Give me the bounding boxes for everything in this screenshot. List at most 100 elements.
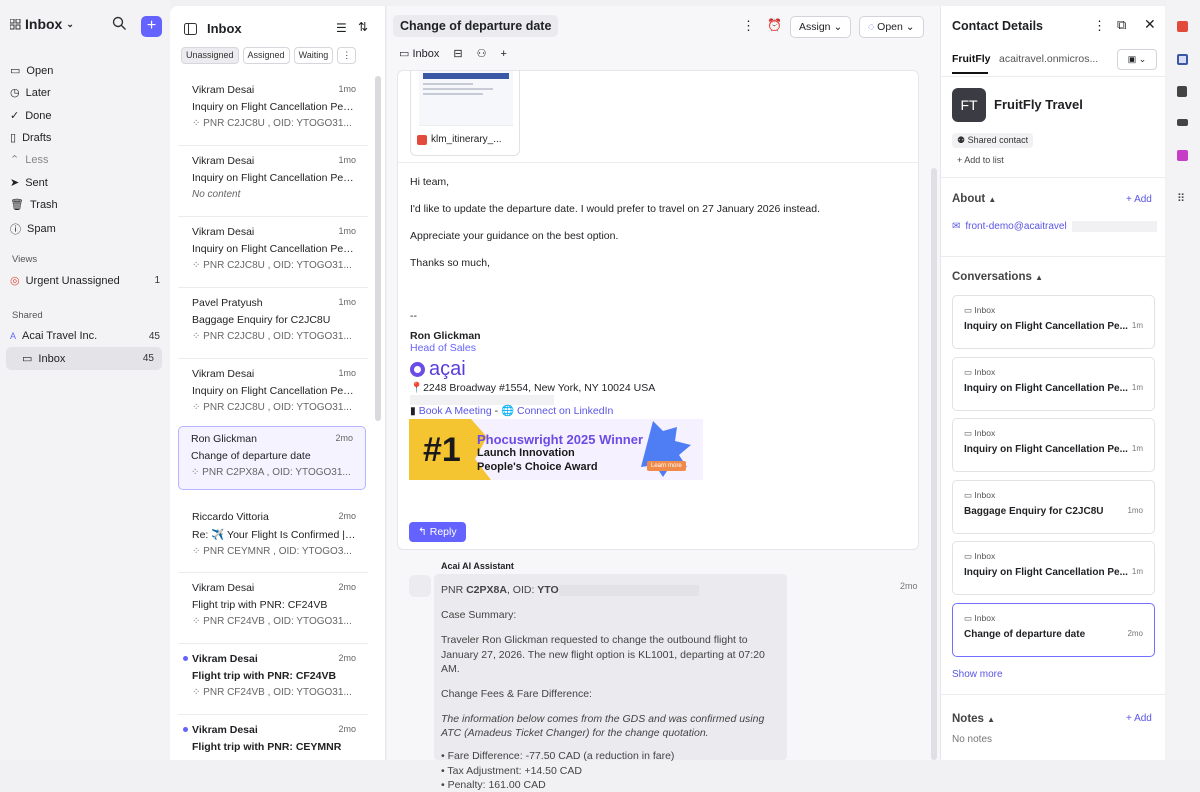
- book-icon[interactable]: [1177, 86, 1187, 97]
- about-heading[interactable]: About ▲: [952, 193, 996, 205]
- card-icon[interactable]: [1177, 119, 1188, 126]
- nav-open[interactable]: ▭ Open: [10, 64, 160, 78]
- more-options-icon[interactable]: ⋮: [742, 18, 755, 34]
- contact-conversation-card[interactable]: ▭ Inbox Change of departure date 2mo: [952, 602, 1155, 657]
- conversation-scrollbar[interactable]: [931, 168, 937, 760]
- item-meta: ⁘ PNR C2JC8U , OID: YTOGO31...: [192, 402, 356, 413]
- nav-spam[interactable]: ⓘ Spam: [10, 221, 160, 237]
- list-header: Inbox: [184, 21, 242, 36]
- sender-name: Vikram Desai: [192, 84, 255, 96]
- inbox-icon: ▭: [964, 551, 973, 561]
- list-item[interactable]: Vikram Desai 1mo Inquiry on Flight Cancell…: [180, 362, 368, 426]
- filter-assigned[interactable]: Assigned: [242, 47, 290, 64]
- plus-icon[interactable]: +: [500, 48, 506, 60]
- filter-icon[interactable]: ☰: [336, 21, 347, 35]
- item-meta-text: PNR C2JC8U , OID: YTOGO31...: [203, 331, 352, 342]
- form-icon[interactable]: [1177, 150, 1188, 161]
- contact-email-row[interactable]: ✉ front-demo@acaitravel: [952, 221, 1157, 232]
- item-meta-text: PNR C2JC8U , OID: YTOGO31...: [203, 402, 352, 413]
- contact-card-icon[interactable]: [1177, 54, 1188, 65]
- nav-trash[interactable]: 🗑 Trash: [10, 198, 160, 212]
- list-item[interactable]: Vikram Desai 2mo Flight trip with PNR: CF2…: [180, 647, 368, 711]
- app-window: Inbox ⌄ + ▭ Open ◷ Later ✓ Done ▯ Drafts ⌃ Le…: [0, 0, 1200, 791]
- notes-add-button[interactable]: + Add: [1126, 713, 1152, 724]
- shared-count: 45: [142, 353, 154, 364]
- list-item-header: Vikram Desai 1mo: [192, 155, 356, 167]
- nav-later[interactable]: ◷ Later: [10, 86, 160, 100]
- acai-logo: açai: [410, 359, 466, 379]
- ai-sparkle-icon: ⁘: [192, 402, 201, 413]
- about-add-button[interactable]: + Add: [1126, 194, 1152, 205]
- nav-label: Less: [25, 153, 49, 166]
- contact-conversation-card[interactable]: ▭ Inbox Inquiry on Flight Cancellation Pe…: [952, 295, 1155, 349]
- apps-grid-icon[interactable]: ⠿: [1177, 194, 1188, 205]
- list-item[interactable]: Vikram Desai 1mo Inquiry on Flight Cancell…: [180, 149, 368, 213]
- award-banner[interactable]: #1 Phocuswright 2025 Winner Launch Innov…: [409, 419, 703, 480]
- contact-conversation-card[interactable]: ▭ Inbox Inquiry on Flight Cancellation Pe…: [952, 356, 1155, 411]
- list-item[interactable]: Ron Glickman 2mo Change of departure date ⁘…: [178, 426, 366, 490]
- nav-sent[interactable]: ➤ Sent: [10, 176, 160, 190]
- status-button[interactable]: ◌ Open ⌄: [859, 16, 924, 38]
- conversation-inbox: ▭ Inbox: [964, 551, 1143, 562]
- nav-less[interactable]: ⌃ Less: [10, 153, 160, 167]
- tab-fruitfly[interactable]: FruitFly: [952, 53, 991, 65]
- external-link-icon[interactable]: ⧉: [1117, 17, 1126, 33]
- link-separator: -: [491, 405, 502, 417]
- award-line3: People's Choice Award: [477, 461, 598, 473]
- list-item[interactable]: Pavel Pratyush 1mo Baggage Enquiry for C2J…: [180, 291, 368, 355]
- list-scrollbar[interactable]: [375, 76, 381, 421]
- filter-waiting[interactable]: Waiting: [293, 47, 334, 64]
- tab-inbox[interactable]: ▭ Inbox: [399, 47, 439, 60]
- more-options-icon[interactable]: ⋮: [1093, 18, 1106, 34]
- contact-conversation-card[interactable]: ▭ Inbox Inquiry on Flight Cancellation Pe…: [952, 541, 1155, 595]
- filter-unassigned[interactable]: Unassigned: [181, 47, 239, 64]
- contact-conversation-card[interactable]: ▭ Inbox Baggage Enquiry for C2JC8U 1mo: [952, 479, 1155, 534]
- notes-heading[interactable]: Notes ▲: [952, 713, 995, 725]
- tag-icon[interactable]: ⊟: [453, 47, 462, 60]
- list-item[interactable]: Vikram Desai 2mo Flight trip with PNR: CEY…: [180, 718, 368, 782]
- snooze-icon[interactable]: ⏰: [767, 18, 782, 32]
- item-meta: ⁘ PNR C2PX8A , OID: YTOGO31...: [191, 467, 353, 478]
- show-more-link[interactable]: Show more: [952, 669, 1003, 680]
- reply-icon: ↰: [418, 526, 427, 538]
- attachment[interactable]: klm_itinerary_...: [410, 71, 520, 156]
- add-to-list-button[interactable]: + Add to list: [952, 153, 1009, 167]
- item-meta-text: PNR CEYMNR , OID: YTOGO3...: [203, 546, 352, 557]
- send-icon: ➤: [10, 177, 20, 189]
- contact-conversation-card[interactable]: ▭ Inbox Inquiry on Flight Cancellation Pe…: [952, 418, 1155, 472]
- sort-icon[interactable]: ⇅: [358, 20, 368, 34]
- book-meeting-link[interactable]: Book A Meeting: [419, 405, 492, 417]
- close-icon[interactable]: ✕: [1144, 16, 1156, 33]
- item-time: 2mo: [335, 433, 353, 443]
- nav-drafts[interactable]: ▯ Drafts: [10, 131, 160, 145]
- item-subject: Change of departure date: [191, 450, 311, 462]
- list-item[interactable]: Vikram Desai 2mo Flight trip with PNR: CF2…: [180, 576, 368, 640]
- sender-name: Pavel Pratyush: [192, 297, 263, 309]
- contact-card-dropdown[interactable]: ▣ ⌄: [1117, 49, 1157, 70]
- filter-more-button[interactable]: ⋮: [337, 47, 357, 64]
- chevron-down-icon: ⌄: [833, 21, 843, 33]
- conversations-heading[interactable]: Conversations ▲: [952, 271, 1043, 283]
- calendar-icon[interactable]: [1177, 21, 1188, 32]
- list-item[interactable]: Riccardo Vittoria 2mo Re: ✈️ Your Flight I…: [180, 505, 368, 569]
- linkedin-link[interactable]: Connect on LinkedIn: [517, 405, 613, 417]
- view-urgent-unassigned[interactable]: ◎ Urgent Unassigned 1: [10, 274, 160, 288]
- nav-done[interactable]: ✓ Done: [10, 109, 160, 123]
- add-follower-icon[interactable]: ⚇: [477, 47, 487, 60]
- inbox-switcher[interactable]: Inbox ⌄: [10, 16, 74, 32]
- logo-text: açai: [429, 358, 466, 380]
- inbox-icon: ▭: [22, 353, 33, 365]
- tab-domain[interactable]: acaitravel.onmicros...: [999, 53, 1098, 65]
- reply-button[interactable]: ↰ Reply: [409, 522, 466, 542]
- compose-button[interactable]: +: [141, 16, 162, 37]
- item-subject: Inquiry on Flight Cancellation Pen...: [192, 243, 356, 255]
- shared-acai-travel[interactable]: A Acai Travel Inc. 45: [10, 330, 160, 342]
- sidebar-toggle-icon[interactable]: [184, 22, 197, 35]
- list-item[interactable]: Vikram Desai 1mo Inquiry on Flight Cancell…: [180, 78, 368, 142]
- shared-inbox[interactable]: ▭ Inbox 45: [6, 347, 162, 370]
- assign-button[interactable]: Assign ⌄: [790, 16, 852, 38]
- learn-more-button[interactable]: Learn more: [647, 461, 686, 471]
- search-icon[interactable]: [112, 16, 128, 32]
- list-item[interactable]: Vikram Desai 1mo Inquiry on Flight Cancell…: [180, 220, 368, 284]
- ai-avatar-icon: [409, 575, 431, 597]
